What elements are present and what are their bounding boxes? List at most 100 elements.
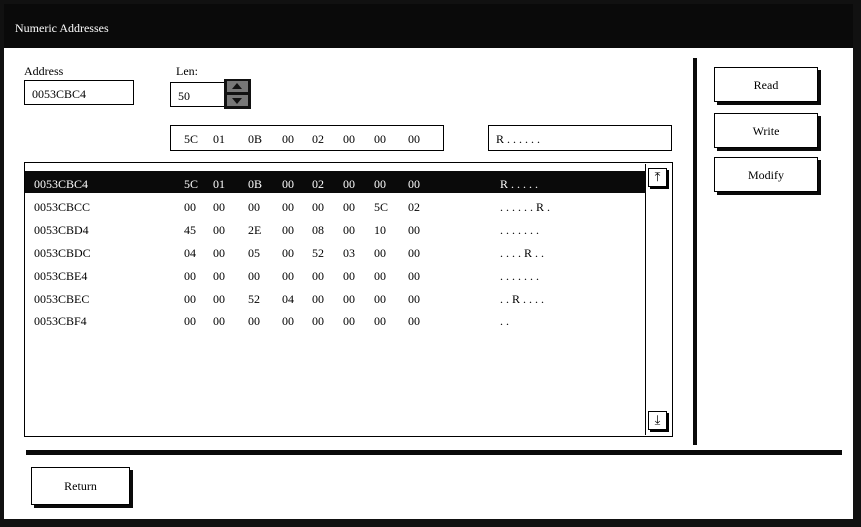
- row-hex-byte: 00: [374, 177, 386, 191]
- read-button[interactable]: Read: [714, 67, 818, 102]
- row-ascii: . . . . . . R .: [500, 200, 551, 214]
- row-address: 0053CBDC: [34, 246, 91, 260]
- row-hex-byte: 00: [374, 292, 386, 306]
- row-hex-byte: 00: [282, 314, 294, 328]
- len-label: Len:: [176, 64, 198, 78]
- list-row[interactable]: 0053CBE4 00 00 00 00 00 00 00 00 . . . . . . .: [25, 263, 646, 285]
- horizontal-divider: [26, 450, 842, 455]
- hex-edit-byte: 00: [343, 132, 355, 146]
- len-value: 50: [178, 89, 190, 103]
- row-ascii: . . . . . . .: [500, 269, 539, 283]
- row-hex-byte: 00: [312, 314, 324, 328]
- row-hex-byte: 00: [248, 200, 260, 214]
- return-button[interactable]: Return: [31, 467, 130, 505]
- row-ascii: . . . . . . .: [500, 223, 539, 237]
- row-hex-byte: 00: [282, 177, 294, 191]
- row-hex-byte: 00: [408, 269, 420, 283]
- row-hex-byte: 00: [184, 314, 196, 328]
- hex-edit-byte: 02: [312, 132, 324, 146]
- row-hex-byte: 5C: [184, 177, 199, 191]
- row-hex-byte: 00: [312, 269, 324, 283]
- row-hex-byte: 00: [374, 314, 386, 328]
- row-ascii: . . R . . . .: [500, 292, 545, 306]
- modify-button[interactable]: Modify: [714, 157, 818, 192]
- row-hex-byte: 00: [282, 223, 294, 237]
- row-hex-byte: 00: [408, 246, 420, 260]
- row-hex-byte: 01: [213, 177, 225, 191]
- address-input[interactable]: 0053CBC4: [24, 80, 134, 105]
- row-hex-byte: 52: [312, 246, 324, 260]
- row-address: 0053CBD4: [34, 223, 89, 237]
- row-hex-byte: 00: [374, 246, 386, 260]
- caret-up-icon[interactable]: [227, 81, 248, 92]
- ascii-edit-field[interactable]: R . . . . . .: [488, 125, 672, 151]
- len-spinner: [224, 79, 251, 109]
- row-hex-byte: 00: [213, 200, 225, 214]
- row-hex-byte: 00: [312, 200, 324, 214]
- caret-down-icon[interactable]: [227, 95, 248, 106]
- hex-edit-byte: 00: [374, 132, 386, 146]
- row-hex-byte: 00: [248, 269, 260, 283]
- row-hex-byte: 00: [408, 177, 420, 191]
- row-hex-byte: 45: [184, 223, 196, 237]
- row-hex-byte: 00: [408, 314, 420, 328]
- row-hex-byte: 00: [282, 269, 294, 283]
- row-hex-byte: 04: [184, 246, 196, 260]
- hex-edit-byte: 0B: [248, 132, 263, 146]
- memory-dump-list[interactable]: ⤒ ⤓ 0053CBC4 5C 01 0B 00 02 00 00 00 R . . . . . 0…: [24, 162, 673, 437]
- hex-edit-byte: 01: [213, 132, 225, 146]
- window-title: Numeric Addresses: [15, 21, 109, 35]
- row-ascii: R . . . . .: [500, 177, 539, 191]
- row-hex-byte: 00: [282, 200, 294, 214]
- vertical-scrollbar[interactable]: ⤒ ⤓: [645, 164, 671, 435]
- row-hex-byte: 00: [248, 314, 260, 328]
- row-address: 0053CBCC: [34, 200, 91, 214]
- write-button[interactable]: Write: [714, 113, 818, 148]
- row-address: 0053CBC4: [34, 177, 89, 191]
- row-hex-byte: 08: [312, 223, 324, 237]
- list-row[interactable]: 0053CBF4 00 00 00 00 00 00 00 00 . .: [25, 308, 646, 330]
- row-hex-byte: 52: [248, 292, 260, 306]
- list-row[interactable]: 0053CBDC 04 00 05 00 52 03 00 00 . . . . R . .: [25, 240, 646, 262]
- list-row[interactable]: 0053CBC4 5C 01 0B 00 02 00 00 00 R . . . . .: [25, 171, 646, 193]
- address-value: 0053CBC4: [32, 87, 87, 101]
- row-hex-byte: 02: [312, 177, 324, 191]
- row-hex-byte: 5C: [374, 200, 389, 214]
- row-hex-byte: 03: [343, 246, 355, 260]
- hex-edit-byte: 5C: [184, 132, 199, 146]
- row-ascii: . .: [500, 314, 509, 328]
- row-hex-byte: 00: [312, 292, 324, 306]
- row-hex-byte: 00: [282, 246, 294, 260]
- row-hex-byte: 00: [184, 269, 196, 283]
- row-hex-byte: 00: [184, 200, 196, 214]
- row-hex-byte: 00: [408, 292, 420, 306]
- row-hex-byte: 00: [343, 200, 355, 214]
- row-hex-byte: 02: [408, 200, 420, 214]
- list-row[interactable]: 0053CBCC 00 00 00 00 00 00 5C 02 . . . . . . R .: [25, 194, 646, 216]
- ascii-edit-value: R . . . . . .: [496, 132, 541, 146]
- row-hex-byte: 00: [213, 246, 225, 260]
- row-address: 0053CBF4: [34, 314, 87, 328]
- row-ascii: . . . . R . .: [500, 246, 545, 260]
- row-hex-byte: 10: [374, 223, 386, 237]
- scroll-up-arrow-icon[interactable]: ⤒: [648, 168, 667, 187]
- row-hex-byte: 05: [248, 246, 260, 260]
- row-address: 0053CBE4: [34, 269, 88, 283]
- list-row[interactable]: 0053CBD4 45 00 2E 00 08 00 10 00 . . . . . . .: [25, 217, 646, 239]
- row-hex-byte: 00: [184, 292, 196, 306]
- hex-edit-byte: 00: [408, 132, 420, 146]
- row-hex-byte: 00: [343, 223, 355, 237]
- hex-edit-field[interactable]: 5C 01 0B 00 02 00 00 00: [170, 125, 444, 151]
- row-hex-byte: 00: [374, 269, 386, 283]
- row-hex-byte: 2E: [248, 223, 262, 237]
- row-hex-byte: 00: [213, 314, 225, 328]
- row-hex-byte: 00: [343, 314, 355, 328]
- row-hex-byte: 00: [213, 223, 225, 237]
- scroll-down-arrow-icon[interactable]: ⤓: [648, 411, 667, 430]
- address-label: Address: [24, 64, 64, 78]
- row-hex-byte: 00: [213, 292, 225, 306]
- len-input[interactable]: 50: [170, 82, 226, 107]
- list-row[interactable]: 0053CBEC 00 00 52 04 00 00 00 00 . . R . . . .: [25, 286, 646, 308]
- row-hex-byte: 0B: [248, 177, 263, 191]
- title-bar: Numeric Addresses: [4, 4, 853, 48]
